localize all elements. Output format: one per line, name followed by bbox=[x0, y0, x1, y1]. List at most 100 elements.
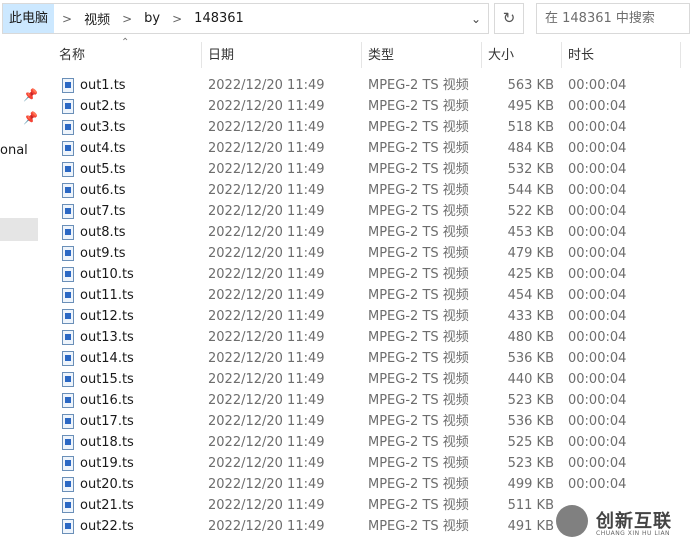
table-row[interactable]: out13.ts 2022/12/20 11:49 MPEG-2 TS 视频 480 … bbox=[56, 327, 688, 348]
file-name: out11.ts bbox=[80, 288, 134, 303]
file-name: out7.ts bbox=[80, 204, 126, 219]
breadcrumb-videos[interactable]: 视频 bbox=[80, 9, 114, 28]
table-row[interactable]: out18.ts 2022/12/20 11:49 MPEG-2 TS 视频 525 … bbox=[56, 432, 688, 453]
search-input[interactable]: 在 148361 中搜索 bbox=[536, 3, 690, 34]
file-duration: 00:00:04 bbox=[568, 162, 627, 177]
video-file-icon bbox=[62, 246, 74, 261]
table-row[interactable]: out6.ts 2022/12/20 11:49 MPEG-2 TS 视频 544 K… bbox=[56, 180, 688, 201]
video-file-icon bbox=[62, 141, 74, 156]
file-name: out14.ts bbox=[80, 351, 134, 366]
file-date: 2022/12/20 11:49 bbox=[208, 99, 325, 114]
file-name: out2.ts bbox=[80, 99, 126, 114]
file-size: 523 KB bbox=[507, 456, 554, 471]
table-row[interactable]: out11.ts 2022/12/20 11:49 MPEG-2 TS 视频 454 … bbox=[56, 285, 688, 306]
table-row[interactable]: out4.ts 2022/12/20 11:49 MPEG-2 TS 视频 484 K… bbox=[56, 138, 688, 159]
file-duration: 00:00:04 bbox=[568, 141, 627, 156]
file-date: 2022/12/20 11:49 bbox=[208, 225, 325, 240]
pin-icon[interactable]: 📌 bbox=[23, 88, 38, 102]
file-type: MPEG-2 TS 视频 bbox=[368, 435, 469, 450]
file-name: out10.ts bbox=[80, 267, 134, 282]
file-date: 2022/12/20 11:49 bbox=[208, 288, 325, 303]
video-file-icon bbox=[62, 78, 74, 93]
column-header-duration[interactable]: 时长 bbox=[568, 42, 594, 70]
table-row[interactable]: out19.ts 2022/12/20 11:49 MPEG-2 TS 视频 523 … bbox=[56, 453, 688, 474]
file-duration: 00:00:04 bbox=[568, 183, 627, 198]
file-size: 536 KB bbox=[507, 351, 554, 366]
table-row[interactable]: out8.ts 2022/12/20 11:49 MPEG-2 TS 视频 453 K… bbox=[56, 222, 688, 243]
file-date: 2022/12/20 11:49 bbox=[208, 351, 325, 366]
file-date: 2022/12/20 11:49 bbox=[208, 120, 325, 135]
file-date: 2022/12/20 11:49 bbox=[208, 477, 325, 492]
column-header-date[interactable]: 日期 bbox=[208, 42, 234, 70]
refresh-icon[interactable]: ↻ bbox=[494, 3, 524, 34]
file-duration: 00:00:04 bbox=[568, 288, 627, 303]
table-row[interactable]: out7.ts 2022/12/20 11:49 MPEG-2 TS 视频 522 K… bbox=[56, 201, 688, 222]
breadcrumb-by[interactable]: by bbox=[140, 11, 164, 26]
table-row[interactable]: out10.ts 2022/12/20 11:49 MPEG-2 TS 视频 425 … bbox=[56, 264, 688, 285]
address-bar[interactable]: 此电脑 > 视频 > by > 148361 ⌄ bbox=[2, 3, 489, 34]
table-row[interactable]: out20.ts 2022/12/20 11:49 MPEG-2 TS 视频 499 … bbox=[56, 474, 688, 495]
column-divider[interactable] bbox=[561, 42, 562, 68]
file-duration: 00:00:04 bbox=[568, 120, 627, 135]
video-file-icon bbox=[62, 330, 74, 345]
breadcrumb-separator-icon[interactable]: > bbox=[164, 12, 190, 26]
file-duration: 00:00:04 bbox=[568, 99, 627, 114]
file-type: MPEG-2 TS 视频 bbox=[368, 498, 469, 513]
video-file-icon bbox=[62, 183, 74, 198]
table-row[interactable]: out3.ts 2022/12/20 11:49 MPEG-2 TS 视频 518 K… bbox=[56, 117, 688, 138]
table-row[interactable]: out17.ts 2022/12/20 11:49 MPEG-2 TS 视频 536 … bbox=[56, 411, 688, 432]
file-type: MPEG-2 TS 视频 bbox=[368, 162, 469, 177]
table-row[interactable]: out15.ts 2022/12/20 11:49 MPEG-2 TS 视频 440 … bbox=[56, 369, 688, 390]
breadcrumb-this-pc[interactable]: 此电脑 bbox=[3, 4, 55, 33]
file-duration: 00:00:04 bbox=[568, 330, 627, 345]
breadcrumb-separator-icon[interactable]: > bbox=[54, 12, 80, 26]
file-type: MPEG-2 TS 视频 bbox=[368, 267, 469, 282]
column-header-size[interactable]: 大小 bbox=[488, 42, 514, 70]
file-name: out8.ts bbox=[80, 225, 126, 240]
column-divider[interactable] bbox=[201, 42, 202, 68]
nav-selected-item[interactable] bbox=[0, 218, 38, 241]
table-row[interactable]: out5.ts 2022/12/20 11:49 MPEG-2 TS 视频 532 K… bbox=[56, 159, 688, 180]
table-row[interactable]: out9.ts 2022/12/20 11:49 MPEG-2 TS 视频 479 K… bbox=[56, 243, 688, 264]
file-name: out3.ts bbox=[80, 120, 126, 135]
file-size: 491 KB bbox=[507, 519, 554, 534]
column-header-name[interactable]: 名称 bbox=[59, 42, 85, 70]
file-type: MPEG-2 TS 视频 bbox=[368, 372, 469, 387]
file-size: 480 KB bbox=[507, 330, 554, 345]
pin-icon[interactable]: 📌 bbox=[23, 111, 38, 125]
table-row[interactable]: out14.ts 2022/12/20 11:49 MPEG-2 TS 视频 536 … bbox=[56, 348, 688, 369]
breadcrumb-separator-icon[interactable]: > bbox=[114, 12, 140, 26]
file-date: 2022/12/20 11:49 bbox=[208, 162, 325, 177]
video-file-icon bbox=[62, 498, 74, 513]
video-file-icon bbox=[62, 456, 74, 471]
file-type: MPEG-2 TS 视频 bbox=[368, 246, 469, 261]
file-type: MPEG-2 TS 视频 bbox=[368, 393, 469, 408]
column-header-type[interactable]: 类型 bbox=[368, 42, 394, 70]
column-divider[interactable] bbox=[481, 42, 482, 68]
table-row[interactable]: out2.ts 2022/12/20 11:49 MPEG-2 TS 视频 495 K… bbox=[56, 96, 688, 117]
file-name: out9.ts bbox=[80, 246, 126, 261]
video-file-icon bbox=[62, 477, 74, 492]
table-row[interactable]: out16.ts 2022/12/20 11:49 MPEG-2 TS 视频 523 … bbox=[56, 390, 688, 411]
file-name: out16.ts bbox=[80, 393, 134, 408]
file-size: 495 KB bbox=[507, 99, 554, 114]
column-divider[interactable] bbox=[361, 42, 362, 68]
video-file-icon bbox=[62, 288, 74, 303]
file-duration: 00:00:04 bbox=[568, 78, 627, 93]
column-divider[interactable] bbox=[680, 42, 681, 68]
file-type: MPEG-2 TS 视频 bbox=[368, 120, 469, 135]
file-type: MPEG-2 TS 视频 bbox=[368, 204, 469, 219]
video-file-icon bbox=[62, 99, 74, 114]
nav-item-label[interactable]: onal bbox=[0, 143, 28, 158]
table-row[interactable]: out12.ts 2022/12/20 11:49 MPEG-2 TS 视频 433 … bbox=[56, 306, 688, 327]
file-date: 2022/12/20 11:49 bbox=[208, 204, 325, 219]
file-name: out17.ts bbox=[80, 414, 134, 429]
breadcrumb-folder[interactable]: 148361 bbox=[190, 11, 248, 26]
file-duration: 00:00:04 bbox=[568, 204, 627, 219]
chevron-down-icon[interactable]: ⌄ bbox=[464, 12, 488, 26]
file-name: out22.ts bbox=[80, 519, 134, 534]
file-size: 425 KB bbox=[507, 267, 554, 282]
file-type: MPEG-2 TS 视频 bbox=[368, 99, 469, 114]
table-row[interactable]: out1.ts 2022/12/20 11:49 MPEG-2 TS 视频 563 K… bbox=[56, 75, 688, 96]
file-size: 484 KB bbox=[507, 141, 554, 156]
